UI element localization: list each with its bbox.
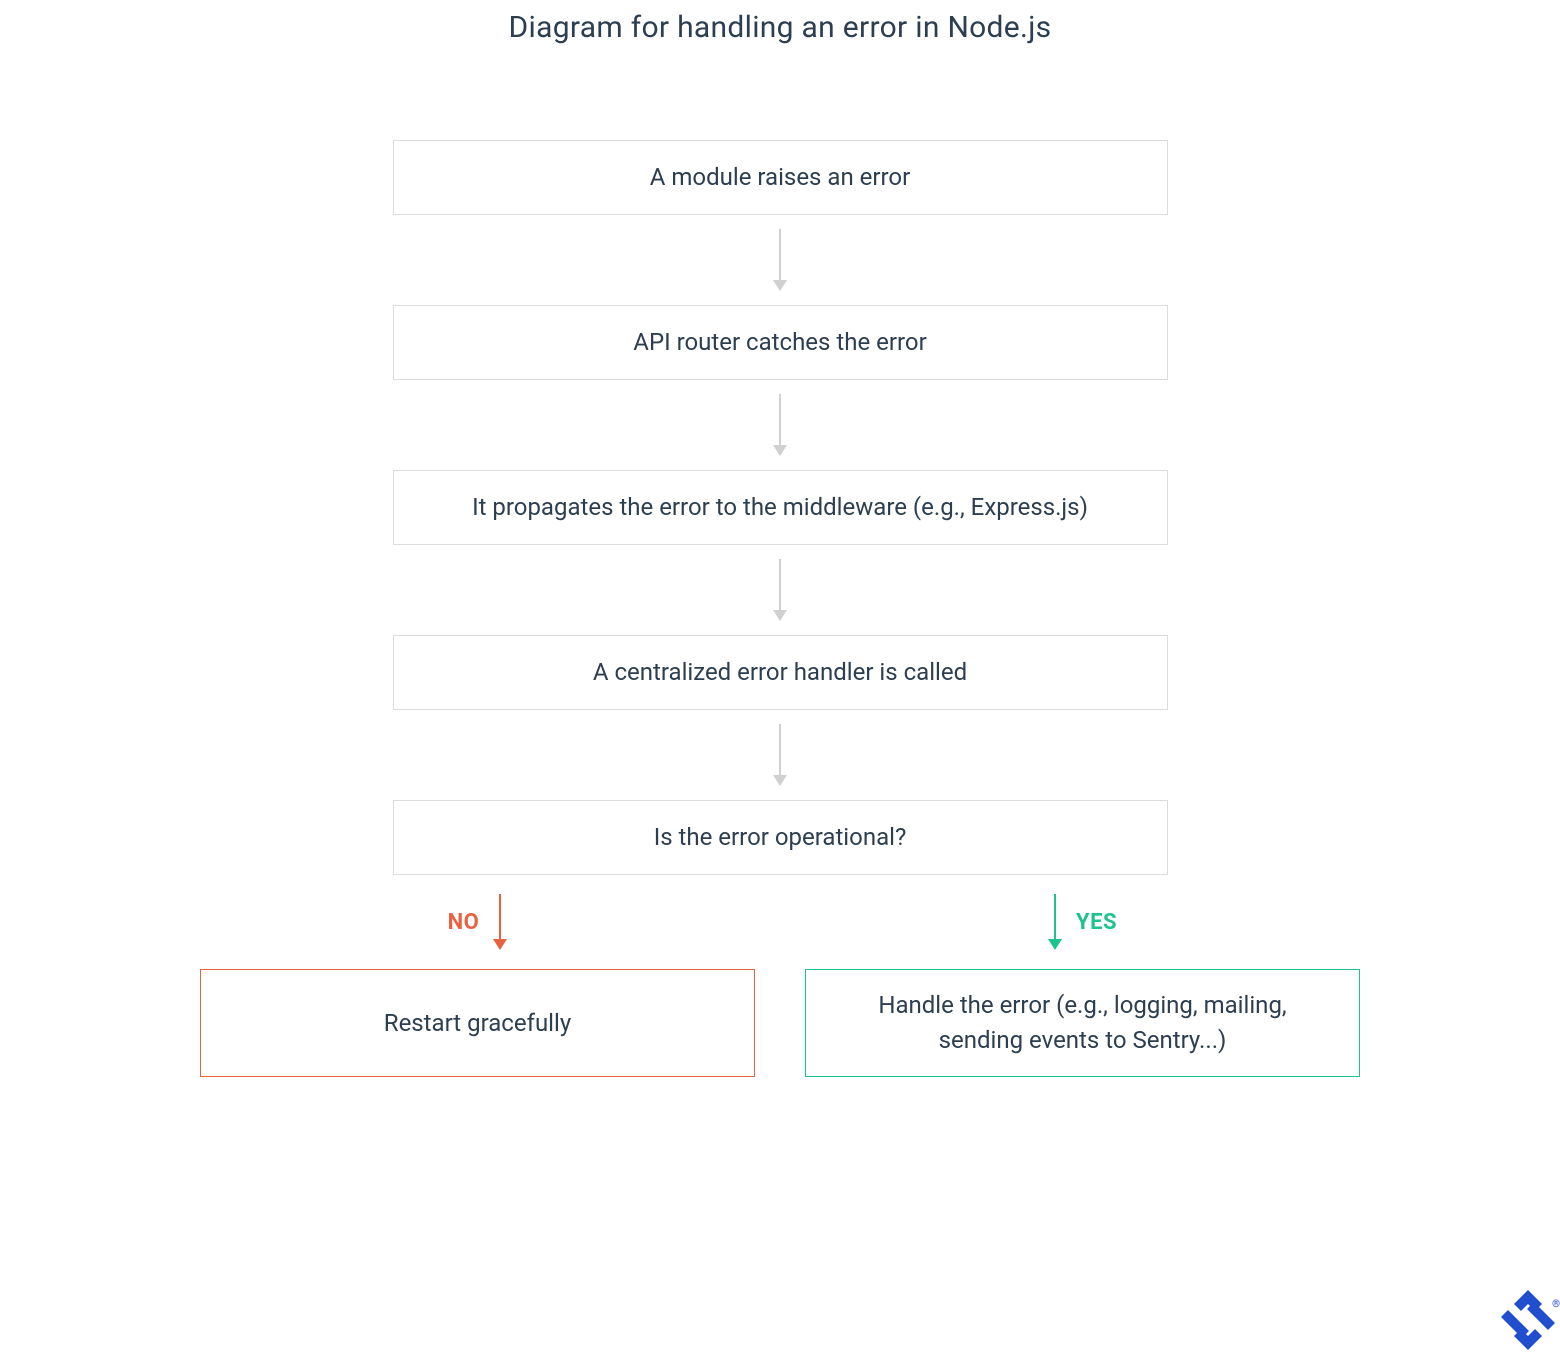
flowchart: A module raises an error API router catc…: [0, 140, 1560, 1077]
branch-no: NO Restart gracefully: [183, 875, 773, 1077]
arrow-down-icon: [773, 559, 787, 621]
arrow-down-no-icon: [493, 894, 507, 950]
decision-branches: NO Restart gracefully YES Handle the err…: [183, 875, 1378, 1077]
registered-mark: ®: [1552, 1299, 1560, 1310]
node-propagate-middleware: It propagates the error to the middlewar…: [393, 470, 1168, 545]
branch-yes: YES Handle the error (e.g., logging, mai…: [788, 875, 1378, 1077]
arrow-down-icon: [773, 724, 787, 786]
label-no: NO: [448, 910, 480, 935]
node-centralized-handler: A centralized error handler is called: [393, 635, 1168, 710]
node-restart-gracefully: Restart gracefully: [200, 969, 755, 1077]
node-handle-error: Handle the error (e.g., logging, mailing…: [805, 969, 1360, 1077]
arrow-down-icon: [773, 394, 787, 456]
brand-logo-icon: ®: [1496, 1288, 1560, 1352]
arrow-down-yes-icon: [1048, 894, 1062, 950]
arrow-down-icon: [773, 229, 787, 291]
label-yes: YES: [1076, 910, 1117, 935]
node-module-raises-error: A module raises an error: [393, 140, 1168, 215]
diagram-title: Diagram for handling an error in Node.js: [0, 10, 1560, 45]
node-decision-operational: Is the error operational?: [393, 800, 1168, 875]
node-router-catches: API router catches the error: [393, 305, 1168, 380]
